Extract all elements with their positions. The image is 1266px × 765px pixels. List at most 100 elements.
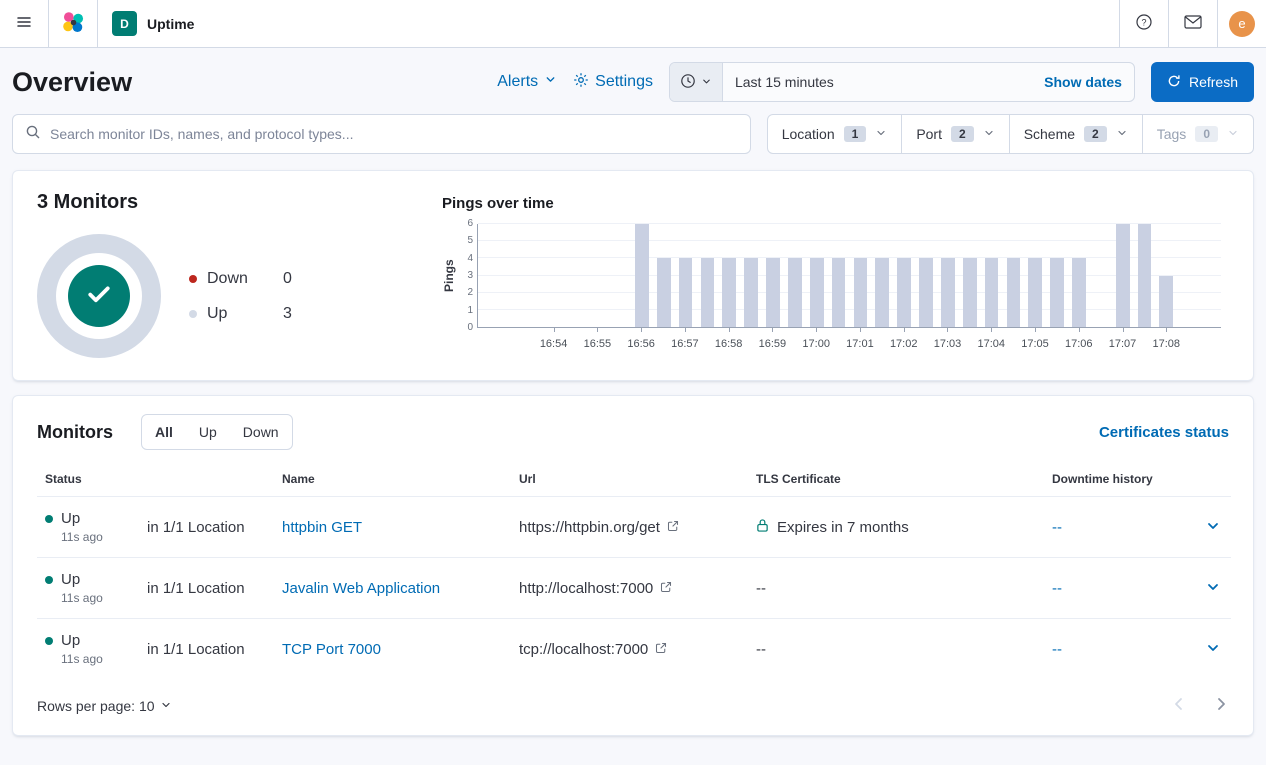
x-tick-label: 17:05: [1021, 338, 1049, 350]
gridline: [478, 223, 1221, 224]
ping-bar: [788, 258, 802, 327]
menu-button[interactable]: [0, 0, 48, 47]
filter-scheme[interactable]: Scheme 2: [1009, 115, 1142, 153]
x-tick-mark: [816, 328, 817, 332]
col-tls: TLS Certificate: [748, 464, 1044, 497]
expand-row-button[interactable]: [1199, 513, 1227, 541]
gear-icon: [573, 72, 589, 93]
x-tick-mark: [729, 328, 730, 332]
chevron-down-icon: [544, 73, 557, 91]
external-link-icon[interactable]: [667, 519, 679, 536]
ping-bar: [875, 258, 889, 327]
x-tick-mark: [685, 328, 686, 332]
pings-chart: Pings over time Pings 0123456 16:5416:55…: [442, 191, 1229, 358]
chevron-left-icon: [1171, 700, 1187, 715]
tab-all[interactable]: All: [142, 415, 186, 449]
ping-bar: [1159, 276, 1173, 328]
certificates-status-link[interactable]: Certificates status: [1099, 424, 1229, 441]
col-url: Url: [511, 464, 748, 497]
chevron-down-icon: [875, 126, 887, 142]
alerts-menu[interactable]: Alerts: [497, 73, 557, 91]
y-tick-label: 4: [467, 254, 473, 264]
status-text: Up: [61, 510, 80, 527]
settings-link[interactable]: Settings: [573, 72, 653, 93]
next-page-button[interactable]: [1213, 696, 1229, 715]
monitor-name-link[interactable]: Javalin Web Application: [282, 580, 440, 597]
settings-label: Settings: [595, 73, 653, 91]
previous-page-button[interactable]: [1171, 696, 1187, 715]
x-tick-label: 17:01: [846, 338, 874, 350]
downtime-history: --: [1044, 497, 1191, 558]
external-link-icon[interactable]: [655, 641, 667, 658]
pings-y-axis: 0123456: [459, 224, 477, 328]
ping-bar: [722, 258, 736, 327]
show-dates-button[interactable]: Show dates: [1032, 63, 1134, 101]
search-input[interactable]: [50, 126, 738, 142]
tls-expiry: --: [756, 641, 766, 658]
ping-bar: [832, 258, 846, 327]
expand-row-button[interactable]: [1199, 574, 1227, 602]
filter-tags[interactable]: Tags 0: [1142, 115, 1253, 153]
tab-up[interactable]: Up: [186, 415, 230, 449]
ping-bar: [701, 258, 715, 327]
expand-row-button[interactable]: [1199, 635, 1227, 663]
x-tick-label: 17:00: [802, 338, 830, 350]
x-tick-mark: [904, 328, 905, 332]
chevron-down-icon: [1116, 126, 1128, 142]
all-up-indicator: [68, 265, 130, 327]
quick-select-button[interactable]: [670, 63, 723, 101]
pings-x-axis: 16:5416:5516:5616:5716:5816:5917:0017:01…: [477, 328, 1221, 356]
rows-per-page-label: Rows per page: 10: [37, 698, 155, 714]
space-badge[interactable]: D: [112, 11, 137, 36]
filter-port[interactable]: Port 2: [901, 115, 1008, 153]
y-tick-label: 2: [467, 288, 473, 298]
x-tick-mark: [641, 328, 642, 332]
x-tick-mark: [1123, 328, 1124, 332]
x-tick-label: 16:55: [584, 338, 612, 350]
help-button[interactable]: ?: [1120, 0, 1168, 47]
help-icon: ?: [1135, 13, 1153, 34]
x-tick-label: 16:59: [759, 338, 787, 350]
external-link-icon[interactable]: [660, 580, 672, 597]
page-header: Overview Alerts Settings Last 15 min: [0, 48, 1266, 112]
ping-bar: [1007, 258, 1021, 327]
filter-location[interactable]: Location 1: [768, 115, 902, 153]
monitor-name-link[interactable]: TCP Port 7000: [282, 641, 381, 658]
search-filter-row: Location 1 Port 2 Scheme 2 Tags 0: [0, 112, 1266, 170]
table-header-row: Status Name Url TLS Certificate Downtime…: [37, 464, 1231, 497]
y-tick-label: 1: [467, 306, 473, 316]
legend-label: Down: [207, 270, 269, 288]
clock-icon: [680, 73, 696, 92]
refresh-label: Refresh: [1189, 74, 1238, 90]
monitor-url: https://httpbin.org/get: [519, 519, 660, 536]
filter-label: Port: [916, 126, 942, 142]
y-tick-label: 6: [467, 219, 473, 229]
envelope-icon: [1184, 15, 1202, 32]
ping-bar: [1050, 258, 1064, 327]
x-tick-label: 17:07: [1109, 338, 1137, 350]
refresh-button[interactable]: Refresh: [1151, 62, 1254, 102]
x-tick-mark: [1166, 328, 1167, 332]
svg-text:?: ?: [1141, 18, 1146, 28]
newsfeed-button[interactable]: [1169, 0, 1217, 47]
location-cell: in 1/1 Location: [139, 619, 274, 680]
gridline: [478, 257, 1221, 258]
elastic-home-button[interactable]: [49, 0, 97, 47]
x-tick-mark: [1079, 328, 1080, 332]
app-title: Uptime: [147, 16, 194, 32]
user-menu-button[interactable]: e: [1218, 0, 1266, 47]
legend-up: Up 3: [189, 305, 292, 323]
tab-down[interactable]: Down: [230, 415, 292, 449]
time-range-value[interactable]: Last 15 minutes: [723, 63, 1032, 101]
x-tick-label: 17:08: [1153, 338, 1181, 350]
up-dot-icon: [189, 310, 197, 318]
ping-bar: [810, 258, 824, 327]
monitor-name-link[interactable]: httpbin GET: [282, 519, 362, 536]
rows-per-page-button[interactable]: Rows per page: 10: [37, 698, 172, 714]
gridline: [478, 240, 1221, 241]
ping-bar: [679, 258, 693, 327]
gridline: [478, 309, 1221, 310]
col-downtime: Downtime history: [1044, 464, 1191, 497]
chevron-down-icon: [160, 698, 172, 714]
x-tick-mark: [772, 328, 773, 332]
